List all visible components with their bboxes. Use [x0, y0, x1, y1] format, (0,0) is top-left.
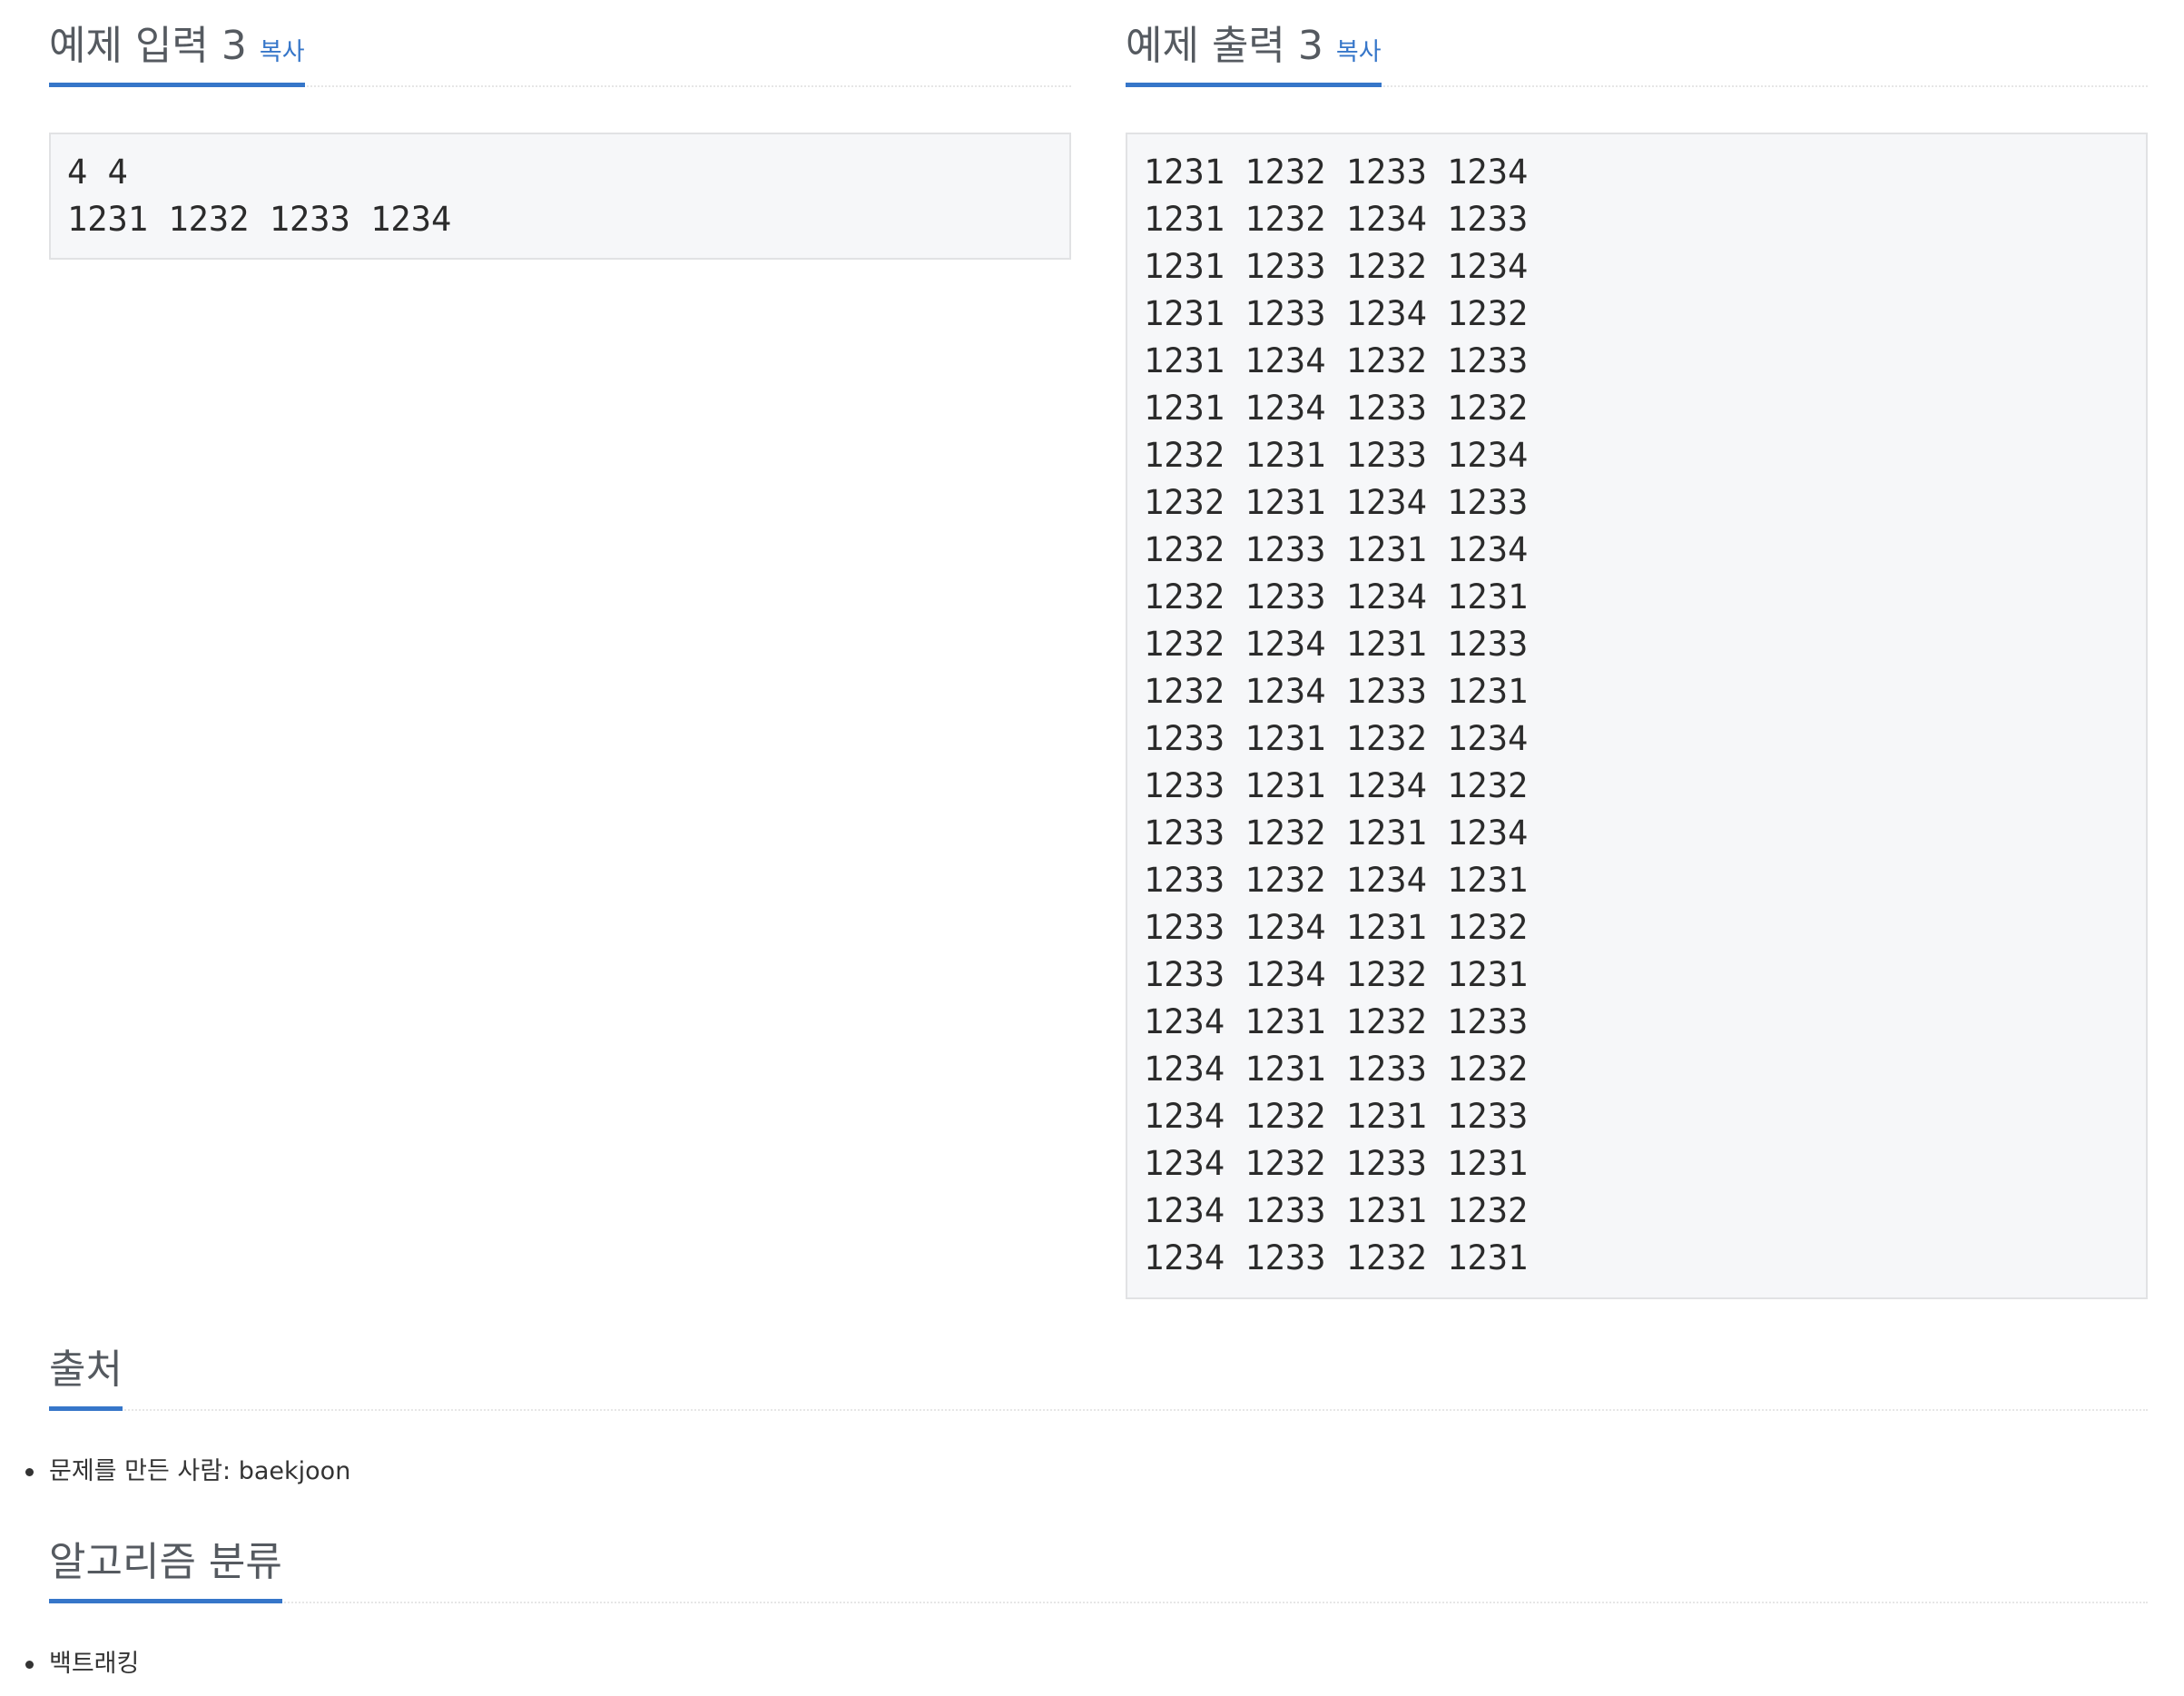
algorithm-section: 알고리즘 분류 백트래킹 — [25, 1516, 2148, 1680]
sample-output-copy-link[interactable]: 복사 — [1336, 40, 1382, 66]
sample-input-line: 1231 1232 1233 1234 — [67, 200, 452, 239]
sample-output-line: 1232 1234 1233 1231 — [1144, 672, 1529, 711]
sample-input-section: 예제 입력 3 복사 4 4 1231 1232 1233 1234 — [49, 0, 1071, 260]
sample-output-line: 1234 1233 1231 1232 — [1144, 1191, 1529, 1230]
algorithm-title: 알고리즘 분류 — [49, 1539, 282, 1585]
sample-input-title-wrap: 예제 입력 3 복사 — [49, 0, 305, 87]
source-list: 문제를 만든 사람: baekjoon — [25, 1456, 2148, 1487]
sample-input-box: 4 4 1231 1232 1233 1234 — [49, 133, 1071, 260]
sample-output-line: 1232 1233 1231 1234 — [1144, 530, 1529, 569]
source-section: 출처 문제를 만든 사람: baekjoon — [25, 1324, 2148, 1487]
sample-output-section: 예제 출력 3 복사 1231 1232 1233 1234 1231 1232 … — [1126, 0, 2148, 1299]
sample-output-line: 1232 1233 1234 1231 — [1144, 577, 1529, 616]
source-headline: 출처 — [49, 1324, 2148, 1411]
sample-output-line: 1234 1232 1231 1233 — [1144, 1097, 1529, 1136]
sample-output-line: 1234 1233 1232 1231 — [1144, 1238, 1529, 1277]
source-author-text: 문제를 만든 사람: baekjoon — [49, 1457, 351, 1485]
algorithm-tag-link[interactable]: 백트래킹 — [49, 1650, 139, 1678]
sample-output-title-wrap: 예제 출력 3 복사 — [1126, 0, 1382, 87]
sample-output-line: 1231 1232 1234 1233 — [1144, 200, 1529, 239]
source-title-wrap: 출처 — [49, 1324, 123, 1411]
sample-output-title: 예제 출력 3 — [1126, 23, 1323, 69]
sample-output-line: 1231 1233 1232 1234 — [1144, 247, 1529, 286]
source-title: 출처 — [49, 1346, 123, 1393]
sample-input-line: 4 4 — [67, 153, 128, 192]
sample-output-box: 1231 1232 1233 1234 1231 1232 1234 1233 12… — [1126, 133, 2148, 1299]
sample-output-line: 1231 1233 1234 1232 — [1144, 294, 1529, 333]
sample-output-line: 1231 1234 1232 1233 — [1144, 341, 1529, 380]
sample-input-copy-link[interactable]: 복사 — [260, 40, 305, 66]
sample-output-line: 1233 1234 1232 1231 — [1144, 955, 1529, 994]
sample-output-line: 1233 1232 1234 1231 — [1144, 861, 1529, 900]
sample-output-line: 1233 1231 1232 1234 — [1144, 719, 1529, 758]
sample-output-line: 1233 1234 1231 1232 — [1144, 908, 1529, 947]
bullet-icon — [25, 1468, 34, 1476]
sample-output-line: 1232 1231 1233 1234 — [1144, 436, 1529, 475]
sample-output-line: 1232 1231 1234 1233 — [1144, 483, 1529, 522]
algorithm-title-wrap: 알고리즘 분류 — [49, 1516, 282, 1603]
sample-output-line: 1234 1232 1233 1231 — [1144, 1144, 1529, 1183]
sample-output-line: 1232 1234 1231 1233 — [1144, 625, 1529, 664]
algorithm-list-item: 백트래킹 — [25, 1649, 2148, 1680]
sample-output-line: 1231 1232 1233 1234 — [1144, 153, 1529, 192]
algorithm-list: 백트래킹 — [25, 1649, 2148, 1680]
bullet-icon — [25, 1661, 34, 1669]
sample-input-headline: 예제 입력 3 복사 — [49, 0, 1071, 87]
algorithm-headline: 알고리즘 분류 — [49, 1516, 2148, 1603]
sample-output-line: 1233 1231 1234 1232 — [1144, 766, 1529, 805]
sample-output-line: 1234 1231 1233 1232 — [1144, 1050, 1529, 1089]
source-list-item: 문제를 만든 사람: baekjoon — [25, 1456, 2148, 1487]
sample-output-line: 1234 1231 1232 1233 — [1144, 1002, 1529, 1041]
sample-output-line: 1233 1232 1231 1234 — [1144, 813, 1529, 853]
sample-input-title: 예제 입력 3 — [49, 23, 247, 69]
sample-output-headline: 예제 출력 3 복사 — [1126, 0, 2148, 87]
sample-output-line: 1231 1234 1233 1232 — [1144, 389, 1529, 428]
